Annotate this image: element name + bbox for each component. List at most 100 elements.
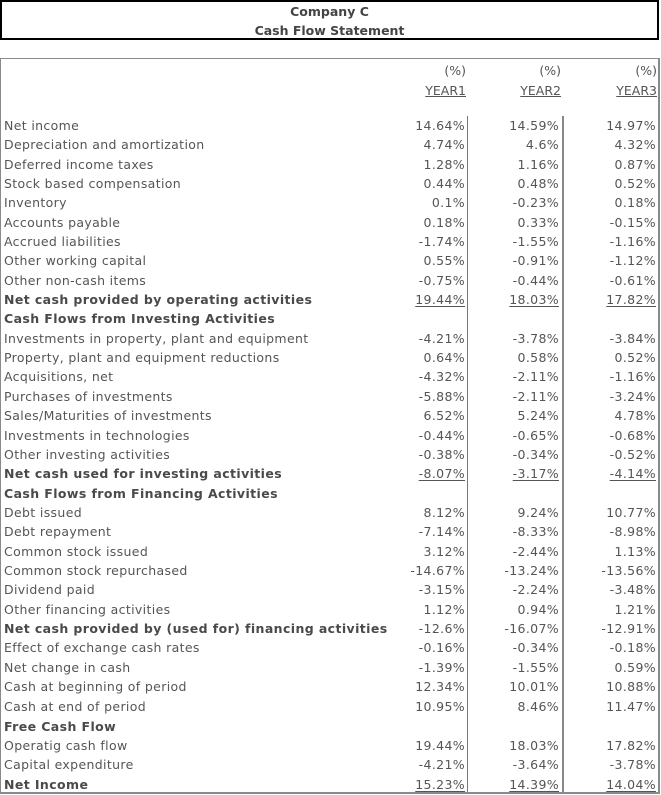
cell-year3: -1.12% bbox=[609, 253, 656, 269]
cell-year3: 14.04% bbox=[606, 776, 656, 792]
cell-year2: -2.11% bbox=[512, 369, 559, 385]
cell-year1: -12.6% bbox=[418, 620, 465, 636]
cell-year3: 14.97% bbox=[606, 118, 656, 133]
table-row: Deferred income taxes 1.28% 1.16% 0.87% bbox=[3, 155, 658, 174]
row-label: Common stock repurchased bbox=[4, 562, 188, 578]
table-row: Net cash provided by (used for) financin… bbox=[3, 619, 658, 638]
cell-year3: 10.88% bbox=[606, 678, 656, 694]
table-row: Other investing activities -0.38% -0.34% -0… bbox=[3, 445, 658, 464]
row-label: Common stock issued bbox=[4, 543, 149, 559]
cell-year3: 0.59% bbox=[614, 659, 656, 675]
row-label: Debt repayment bbox=[4, 524, 112, 540]
row-label: Dividend paid bbox=[4, 582, 95, 598]
cell-year2: -0.23% bbox=[512, 195, 559, 211]
cell-year2: -2.44% bbox=[512, 543, 559, 559]
table-row: Purchases of investments -5.88% -2.11% -3.2… bbox=[3, 387, 658, 406]
cell-year1: 19.44% bbox=[415, 292, 465, 308]
row-label: Other investing activities bbox=[4, 446, 171, 462]
cell-year3: -12.91% bbox=[601, 620, 656, 636]
table-row: Common stock repurchased -14.67% -13.24% -1… bbox=[3, 561, 658, 580]
cell-year1: -1.74% bbox=[418, 234, 465, 250]
cell-year1: 0.55% bbox=[423, 253, 465, 269]
cell-year3: -3.84% bbox=[609, 330, 656, 346]
table-row: Stock based compensation 0.44% 0.48% 0.52% bbox=[3, 174, 658, 193]
cell-year3: 17.82% bbox=[606, 738, 656, 753]
cell-year2: -8.33% bbox=[512, 524, 559, 540]
row-label: Debt issued bbox=[4, 504, 83, 520]
cell-year2: 0.33% bbox=[517, 214, 559, 230]
cell-year2: -0.65% bbox=[512, 427, 559, 443]
table-row: Sales/Maturities of investments 6.52% 5.24… bbox=[3, 406, 658, 425]
cell-year2: 9.24% bbox=[517, 504, 559, 520]
cell-year3: -4.14% bbox=[609, 466, 656, 482]
row-label: Accounts payable bbox=[4, 214, 121, 230]
table-row: Other working capital 0.55% -0.91% -1.12% bbox=[3, 251, 658, 270]
row-label: Investments in property, plant and equip… bbox=[4, 330, 309, 346]
row-label: Net change in cash bbox=[4, 659, 131, 675]
cell-year2: 1.16% bbox=[517, 156, 559, 172]
cell-year1: -14.67% bbox=[410, 562, 465, 578]
cell-year1: -5.88% bbox=[418, 388, 465, 404]
cell-year3: -0.68% bbox=[609, 427, 656, 443]
cell-year2: -16.07% bbox=[504, 620, 559, 636]
column-header-year2: (%) YEAR2 bbox=[520, 61, 561, 101]
cell-year3: -1.16% bbox=[609, 234, 656, 250]
cell-year3: 4.78% bbox=[614, 408, 656, 424]
cash-flow-table: (%) YEAR1 (%) YEAR2 (%) YEAR3 Net income… bbox=[0, 58, 660, 794]
cell-year2: -0.34% bbox=[512, 640, 559, 656]
row-label: Other working capital bbox=[4, 253, 147, 269]
statement-title-box: Company C Cash Flow Statement bbox=[0, 0, 659, 40]
table-row: Operatig cash flow 19.44% 18.03% 17.82% bbox=[3, 736, 658, 755]
table-row: Other non-cash items -0.75% -0.44% -0.61% bbox=[3, 271, 658, 290]
table-row: Depreciation and amortization 4.74% 4.6% 4.… bbox=[3, 135, 658, 154]
cell-year1: 0.18% bbox=[423, 214, 465, 230]
cell-year2: 5.24% bbox=[517, 408, 559, 424]
table-row: Property, plant and equipment reductions… bbox=[3, 348, 658, 367]
cell-year3: 17.82% bbox=[606, 292, 656, 308]
row-label: Cash Flows from Financing Activities bbox=[4, 485, 278, 501]
cell-year3: 1.21% bbox=[614, 601, 656, 617]
cell-year2: 4.6% bbox=[525, 137, 559, 153]
row-label: Stock based compensation bbox=[4, 176, 182, 192]
cell-year1: 0.44% bbox=[423, 176, 465, 192]
cell-year1: -0.44% bbox=[418, 427, 465, 443]
row-label: Other financing activities bbox=[4, 601, 171, 617]
cell-year3: 0.52% bbox=[614, 350, 656, 366]
cell-year2: 10.01% bbox=[509, 678, 559, 694]
row-label: Net income bbox=[4, 118, 80, 133]
cell-year2: -3.78% bbox=[512, 330, 559, 346]
cell-year1: 14.64% bbox=[415, 118, 465, 133]
cell-year2: -0.91% bbox=[512, 253, 559, 269]
column-header-year3: (%) YEAR3 bbox=[616, 61, 657, 101]
table-row: Capital expenditure -4.21% -3.64% -3.78% bbox=[3, 755, 658, 774]
table-row: Debt issued 8.12% 9.24% 10.77% bbox=[3, 503, 658, 522]
statement-title: Cash Flow Statement bbox=[254, 23, 405, 38]
cell-year1: 12.34% bbox=[415, 678, 465, 694]
cell-year1: -7.14% bbox=[418, 524, 465, 540]
cell-year2: 18.03% bbox=[509, 292, 559, 308]
table-row: Acquisitions, net -4.32% -2.11% -1.16% bbox=[3, 367, 658, 386]
cell-year3: -13.56% bbox=[601, 562, 656, 578]
table-row: Accrued liabilities -1.74% -1.55% -1.16% bbox=[3, 232, 658, 251]
table-row: Net change in cash -1.39% -1.55% 0.59% bbox=[3, 658, 658, 677]
row-label: Cash at beginning of period bbox=[4, 678, 187, 694]
cell-year3: 4.32% bbox=[614, 137, 656, 153]
table-row: Investments in technologies -0.44% -0.65% -… bbox=[3, 426, 658, 445]
table-row: Other financing activities 1.12% 0.94% 1.21… bbox=[3, 600, 658, 619]
cell-year1: -0.75% bbox=[418, 272, 465, 288]
cell-year2: 14.59% bbox=[509, 118, 559, 133]
table-row: Debt repayment -7.14% -8.33% -8.98% bbox=[3, 522, 658, 541]
cell-year1: -4.21% bbox=[418, 757, 465, 773]
row-label: Deferred income taxes bbox=[4, 156, 154, 172]
column-header-year1: (%) YEAR1 bbox=[425, 61, 466, 101]
section-header-row: Cash Flows from Investing Activities bbox=[3, 309, 658, 328]
table-row: Effect of exchange cash rates -0.16% -0.34… bbox=[3, 638, 658, 657]
cell-year3: -0.18% bbox=[609, 640, 656, 656]
cell-year2: -2.11% bbox=[512, 388, 559, 404]
cell-year2: 0.94% bbox=[517, 601, 559, 617]
cell-year3: -8.98% bbox=[609, 524, 656, 540]
column-unit: (%) bbox=[635, 63, 657, 78]
row-label: Inventory bbox=[4, 195, 67, 211]
cell-year1: -0.16% bbox=[418, 640, 465, 656]
column-label: YEAR3 bbox=[616, 83, 657, 98]
